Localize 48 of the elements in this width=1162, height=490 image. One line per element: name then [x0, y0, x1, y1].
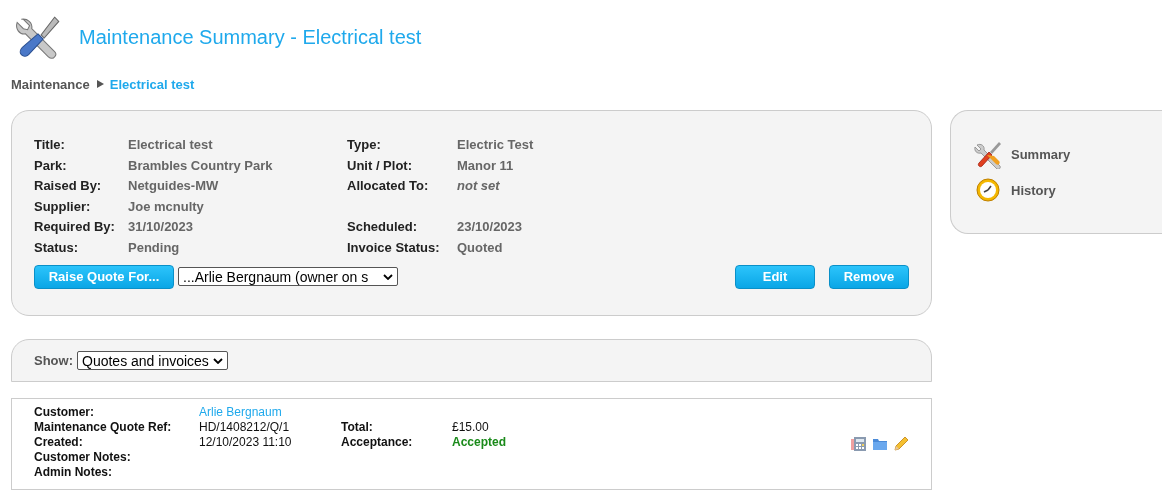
- filter-label: Show:: [34, 353, 73, 368]
- field-value: Netguides-MW: [128, 178, 220, 195]
- clock-icon: [973, 175, 1003, 205]
- page-title: Maintenance Summary - Electrical test: [79, 25, 422, 49]
- sidebar-link[interactable]: History: [973, 175, 1162, 205]
- field-value: Brambles Country Park: [128, 157, 274, 175]
- field-label: Maintenance Quote Ref:: [34, 420, 173, 435]
- field-label: Title:: [34, 137, 66, 154]
- field-label: Total:: [341, 420, 374, 435]
- field-label: Raised By:: [34, 178, 103, 195]
- filter-select[interactable]: Quotes and invoices: [77, 351, 228, 370]
- field-value: Electric Test: [457, 137, 535, 154]
- field-label: Customer:: [34, 405, 95, 420]
- pencil-icon[interactable]: [893, 436, 909, 452]
- field-label: Created:: [34, 435, 84, 450]
- field-label: Type:: [347, 137, 382, 154]
- sidebar-link[interactable]: Summary: [973, 139, 1162, 169]
- field-value: 12/10/2023 11:10: [199, 435, 293, 450]
- field-label: Scheduled:: [347, 219, 419, 236]
- caret-icon: [212, 357, 223, 364]
- field-value: £15.00: [452, 420, 490, 435]
- breadcrumb-link[interactable]: Maintenance: [11, 76, 90, 92]
- field-value: HD/1408212/Q/1: [199, 420, 291, 435]
- field-value: Accepted: [452, 435, 508, 450]
- field-value: not set: [457, 178, 501, 195]
- field-label: Allocated To:: [347, 178, 430, 195]
- recipient-select[interactable]: ...Arlie Bergnaum (owner on s: [178, 267, 398, 287]
- field-label: Invoice Status:: [347, 239, 441, 257]
- field-value: Pending: [128, 239, 181, 257]
- calculator-icon[interactable]: [851, 436, 867, 452]
- field-label: Status:: [34, 239, 80, 257]
- field-value: 23/10/2023: [457, 219, 524, 236]
- breadcrumb-arrow-icon: [95, 80, 104, 88]
- field-label: Required By:: [34, 219, 116, 236]
- field-value: Electrical test: [128, 137, 214, 154]
- field-label: Park:: [34, 157, 68, 175]
- field-label: Supplier:: [34, 198, 92, 216]
- field-label: Acceptance:: [341, 435, 414, 450]
- field-value: Joe mcnulty: [128, 198, 205, 216]
- field-label: Unit / Plot:: [347, 157, 413, 175]
- field-value: Manor 11: [457, 157, 515, 175]
- field-value: 31/10/2023: [128, 219, 195, 236]
- tools-icon: [973, 139, 1003, 169]
- caret-icon: [383, 273, 393, 280]
- folder-icon[interactable]: [872, 436, 888, 452]
- field-value: Quoted: [457, 239, 504, 257]
- field-label: Admin Notes:: [34, 465, 113, 480]
- field-label: Customer Notes:: [34, 450, 132, 465]
